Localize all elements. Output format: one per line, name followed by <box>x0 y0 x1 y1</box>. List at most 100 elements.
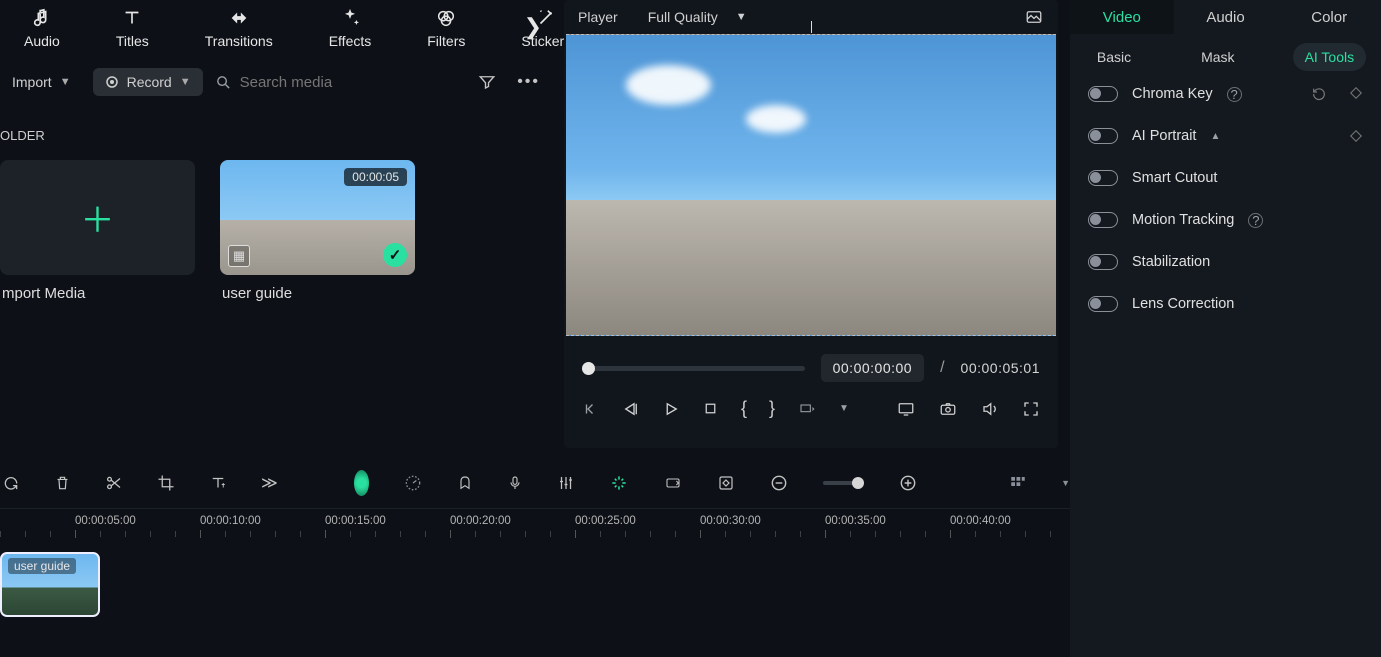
caret-up-icon[interactable]: ▲ <box>1210 131 1220 142</box>
chevron-down-icon[interactable]: ▼ <box>1061 478 1070 488</box>
snapshot-icon[interactable] <box>1024 8 1044 26</box>
help-icon[interactable]: ? <box>1227 87 1242 102</box>
media-clip-thumbnail[interactable]: 00:00:05 ▦ ✓ <box>220 160 415 275</box>
ruler-mark: 00:00:10:00 <box>200 515 261 538</box>
tab-label: Audio <box>24 33 60 49</box>
timeline-clip[interactable]: user guide <box>0 552 100 617</box>
tab-filters[interactable]: Filters <box>427 7 465 49</box>
audio-mixer-icon[interactable] <box>557 474 575 492</box>
camera-icon[interactable] <box>938 400 958 418</box>
transitions-icon <box>228 7 250 29</box>
prop-smart-cutout: Smart Cutout <box>1088 170 1363 186</box>
zoom-slider[interactable] <box>823 481 864 485</box>
import-label: Import <box>12 74 52 90</box>
marker-icon[interactable] <box>457 474 473 492</box>
prev-frame-icon[interactable] <box>582 400 600 418</box>
autocut-icon[interactable] <box>609 473 629 493</box>
subtab-mask[interactable]: Mask <box>1189 43 1246 71</box>
preview-viewport[interactable] <box>566 34 1056 336</box>
voiceover-icon[interactable] <box>507 473 523 493</box>
import-dropdown[interactable]: Import ▼ <box>0 68 83 96</box>
tab-label: Filters <box>427 33 465 49</box>
toggle-chroma-key[interactable] <box>1088 86 1118 102</box>
quality-dropdown[interactable]: Full Quality ▼ <box>648 9 747 25</box>
search-input[interactable] <box>240 74 410 91</box>
tab-audio[interactable]: Audio <box>24 7 60 49</box>
help-icon[interactable]: ? <box>1248 213 1263 228</box>
tab-titles[interactable]: Titles <box>116 7 149 49</box>
mark-in-icon[interactable]: { <box>741 398 747 419</box>
tab-label: Titles <box>116 33 149 49</box>
ruler-mark: 00:00:25:00 <box>575 515 636 538</box>
quality-label: Full Quality <box>648 9 718 25</box>
ai-assistant-icon[interactable] <box>354 470 369 496</box>
filter-icon[interactable] <box>477 73 497 91</box>
reset-icon[interactable] <box>1311 86 1327 102</box>
fullscreen-icon[interactable] <box>1022 400 1040 418</box>
chevron-down-icon: ▼ <box>60 76 71 88</box>
more-options-icon[interactable]: ••• <box>517 73 540 91</box>
crop-icon[interactable] <box>157 474 175 492</box>
stop-icon[interactable] <box>702 400 719 417</box>
zoom-out-icon[interactable] <box>769 473 789 493</box>
render-icon[interactable] <box>663 475 683 491</box>
current-time: 00:00:00:00 <box>821 354 924 382</box>
search-icon <box>215 74 232 91</box>
text-icon[interactable] <box>209 474 227 492</box>
tab-label: Transitions <box>205 33 273 49</box>
delete-icon[interactable] <box>54 474 71 492</box>
keyframe-panel-icon[interactable] <box>717 474 735 492</box>
subtab-basic[interactable]: Basic <box>1085 43 1143 71</box>
split-icon[interactable] <box>105 474 123 492</box>
toggle-smart-cutout[interactable] <box>1088 170 1118 186</box>
check-icon: ✓ <box>383 243 407 267</box>
player-title: Player <box>578 9 618 25</box>
prop-stabilization: Stabilization <box>1088 254 1363 270</box>
seek-slider[interactable] <box>582 366 805 371</box>
speed-icon[interactable] <box>403 473 423 493</box>
toggle-lens-correction[interactable] <box>1088 296 1118 312</box>
toggle-stabilization[interactable] <box>1088 254 1118 270</box>
chevron-down-icon: ▼ <box>180 76 191 88</box>
volume-icon[interactable] <box>980 400 1000 418</box>
tab-audio-inspector[interactable]: Audio <box>1174 0 1278 34</box>
audio-icon <box>31 7 53 29</box>
tab-label: Effects <box>329 33 372 49</box>
total-time: 00:00:05:01 <box>961 360 1040 376</box>
prop-lens-correction: Lens Correction <box>1088 296 1363 312</box>
zoom-in-icon[interactable] <box>898 473 918 493</box>
redo-icon[interactable] <box>2 475 20 492</box>
more-tabs-icon[interactable]: ❯ <box>524 14 542 40</box>
ruler-mark: 00:00:20:00 <box>450 515 511 538</box>
aspect-dropdown-icon[interactable] <box>797 401 817 417</box>
play-backward-icon[interactable] <box>622 400 640 418</box>
timeline-ruler[interactable]: 00:00:05:0000:00:10:0000:00:15:0000:00:2… <box>0 508 1070 548</box>
plus-icon: ＋ <box>81 193 115 242</box>
keyframe-icon[interactable] <box>1349 86 1363 102</box>
track-view-icon[interactable] <box>1009 474 1027 492</box>
toggle-motion-tracking[interactable] <box>1088 212 1118 228</box>
inspector-panel: Video Audio Color Basic Mask AI Tools Ch… <box>1070 0 1381 657</box>
subtab-ai-tools[interactable]: AI Tools <box>1293 43 1367 71</box>
prop-ai-portrait: AI Portrait ▲ <box>1088 128 1363 144</box>
import-media-card[interactable]: ＋ <box>0 160 195 275</box>
record-label: Record <box>127 74 172 90</box>
toggle-ai-portrait[interactable] <box>1088 128 1118 144</box>
playhead-marker <box>811 21 812 33</box>
tab-color[interactable]: Color <box>1277 0 1381 34</box>
record-dropdown[interactable]: Record ▼ <box>93 68 203 96</box>
prop-label: Stabilization <box>1132 254 1210 270</box>
play-icon[interactable] <box>662 400 680 418</box>
ruler-mark: 00:00:30:00 <box>700 515 761 538</box>
chevron-down-icon[interactable]: ▼ <box>839 403 849 414</box>
keyframe-icon[interactable] <box>1349 129 1363 143</box>
ruler-mark: 00:00:05:00 <box>75 515 136 538</box>
more-tools-icon[interactable]: ≫ <box>261 473 278 493</box>
tab-transitions[interactable]: Transitions <box>205 7 273 49</box>
tab-video[interactable]: Video <box>1070 0 1174 34</box>
tab-effects[interactable]: Effects <box>329 7 372 49</box>
timeline-panel: ≫ ▼ 00:00:05:0000:00:10:0000:00:15:0000:… <box>0 458 1070 657</box>
display-icon[interactable] <box>896 400 916 418</box>
mark-out-icon[interactable]: } <box>769 398 775 419</box>
folder-heading: OLDER <box>0 128 45 143</box>
